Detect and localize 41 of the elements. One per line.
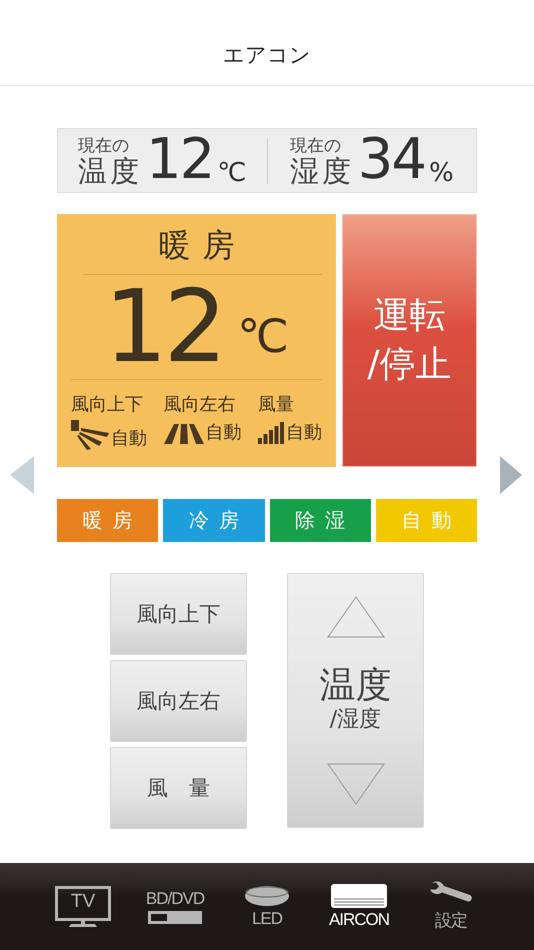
wind-button[interactable]: 風向左右 [110, 660, 247, 742]
air-conditioner-icon [331, 884, 387, 908]
tv-icon [55, 886, 111, 928]
reading-caption: 現在の [290, 138, 342, 155]
down-triangle-icon[interactable] [326, 762, 384, 805]
tv-button[interactable]: TV [37, 872, 129, 942]
aircon-nav-button[interactable]: AIRCON [313, 872, 405, 942]
temperature-unit: ℃ [237, 309, 289, 363]
reading-value: 34 [358, 135, 426, 186]
setting-value: 自動 [206, 421, 242, 444]
reading-unit: ℃ [217, 160, 246, 186]
reading-label: 湿度 [290, 156, 354, 186]
led-nav-button[interactable]: LED [221, 872, 313, 942]
setting-label: 風向上下 [71, 393, 143, 416]
humidity-label: /湿度 [330, 706, 382, 734]
ceiling-light-icon [244, 884, 290, 906]
wind-button[interactable]: 風 量 [110, 747, 247, 829]
setting-value: 自動 [111, 427, 147, 450]
power-button[interactable]: 運転 /停止 [342, 214, 477, 467]
signal-bars-icon [258, 422, 284, 444]
fan-rays-icon [71, 420, 109, 450]
set-temperature: 12 [104, 277, 224, 377]
temperature-button[interactable]: 温度 /湿度 [287, 573, 424, 828]
previous-arrow-icon[interactable] [10, 456, 34, 494]
screen-title: エアコン [223, 42, 311, 69]
up-triangle-icon[interactable] [326, 596, 384, 638]
setting-label: 風向左右 [164, 393, 236, 416]
wind-button[interactable]: 風向上下 [110, 573, 247, 655]
disc-nav-button[interactable]: BD/DVD [129, 872, 221, 942]
next-arrow-icon[interactable] [500, 456, 522, 494]
player-deck-icon [148, 911, 202, 924]
settings-nav-button[interactable]: 設定 [405, 872, 497, 942]
reading-label: 温度 [78, 156, 142, 186]
setting-value: 自動 [286, 421, 322, 444]
airflow-stripes-icon [164, 422, 204, 444]
temperature-label: 温度 [320, 666, 392, 704]
setting-label: 風量 [258, 393, 294, 416]
mode-label: 暖房 [158, 226, 246, 264]
reading-unit: % [429, 160, 454, 186]
reading-value: 12 [146, 135, 214, 186]
reading-caption: 現在の [78, 138, 130, 155]
